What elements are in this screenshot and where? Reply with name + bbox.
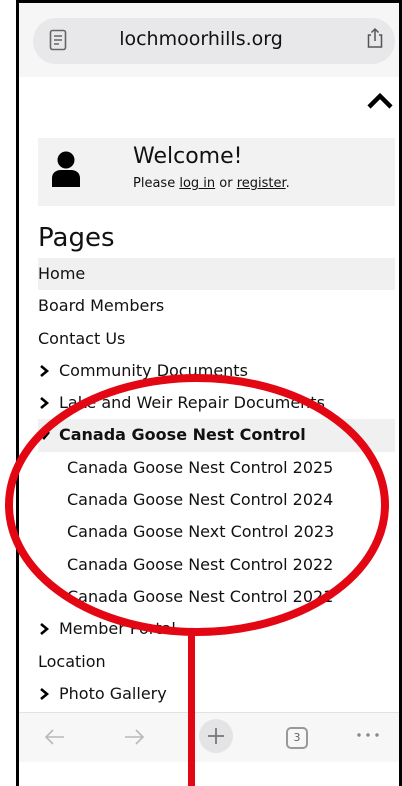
submenu-item[interactable]: Canada Goose Nest Control 2022 xyxy=(38,549,395,581)
menu-item[interactable]: Canada Goose Nest Control xyxy=(38,419,395,452)
menu-item[interactable]: Photo Gallery xyxy=(38,678,395,710)
address-url[interactable]: lochmoorhills.org xyxy=(0,28,402,50)
welcome-message: Please log in or register. xyxy=(133,176,290,191)
menu-item-label: Contact Us xyxy=(38,328,126,348)
menu-item[interactable]: Location xyxy=(38,646,395,678)
register-link[interactable]: register xyxy=(237,176,286,191)
menu-item[interactable]: Community Documents xyxy=(38,355,395,387)
menu-item[interactable]: Board Members xyxy=(38,290,395,322)
menu-item-label: Location xyxy=(38,651,106,671)
new-tab-button[interactable] xyxy=(199,719,233,753)
login-link[interactable]: log in xyxy=(179,176,215,191)
more-options-icon[interactable] xyxy=(356,730,380,740)
menu-item[interactable]: Member Portal xyxy=(38,613,395,645)
menu-item-label: Canada Goose Nest Control 2025 xyxy=(67,457,334,477)
menu-item-label: Photo Gallery xyxy=(59,683,167,703)
menu-item-label: Home xyxy=(38,264,86,283)
pages-heading: Pages xyxy=(38,223,115,253)
menu-item-label: Canada Goose Nest Control xyxy=(59,425,306,445)
submenu-item[interactable]: Canada Goose Next Control 2023 xyxy=(38,516,395,548)
welcome-prefix: Please xyxy=(133,176,180,191)
chevron-right-icon[interactable] xyxy=(38,364,50,377)
chevron-right-icon[interactable] xyxy=(38,687,50,700)
menu-item-label: Board Members xyxy=(38,296,165,316)
chevron-down-icon[interactable] xyxy=(38,429,50,441)
frame-border-left xyxy=(16,0,19,786)
welcome-middle: or xyxy=(215,176,237,191)
forward-arrow-icon[interactable] xyxy=(123,727,145,747)
menu-item-label: Member Portal xyxy=(59,619,176,639)
menu-item-label: Community Documents xyxy=(59,360,248,380)
menu-item[interactable]: Contact Us xyxy=(38,323,395,355)
pages-menu: Home Board Members Contact Us Community Doc… xyxy=(38,258,395,742)
tab-switcher-button[interactable]: 3 xyxy=(286,727,308,749)
share-icon[interactable] xyxy=(366,27,384,49)
collapse-chevron-up-icon[interactable] xyxy=(367,92,393,110)
submenu-item[interactable]: Canada Goose Nest Control 2025 xyxy=(38,452,395,484)
back-arrow-icon[interactable] xyxy=(44,727,66,747)
plus-icon xyxy=(208,728,224,744)
menu-item[interactable]: Home xyxy=(38,258,395,291)
menu-item-label: Canada Goose Nest Control 2022 xyxy=(67,554,334,574)
welcome-suffix: . xyxy=(285,176,290,191)
menu-item-label: Canada Goose Nest Control 2021 xyxy=(67,586,334,606)
menu-item-label: Canada Goose Next Control 2023 xyxy=(67,522,335,542)
menu-item[interactable]: Lake and Weir Repair Documents xyxy=(38,387,395,419)
welcome-title: Welcome! xyxy=(133,144,243,169)
menu-item-label: Canada Goose Nest Control 2024 xyxy=(67,490,334,510)
menu-item-label: Lake and Weir Repair Documents xyxy=(59,393,325,413)
submenu-item[interactable]: Canada Goose Nest Control 2024 xyxy=(38,484,395,516)
submenu-item[interactable]: Canada Goose Nest Control 2021 xyxy=(38,581,395,613)
user-avatar-icon xyxy=(52,151,80,187)
chevron-right-icon[interactable] xyxy=(38,397,50,410)
chevron-right-icon[interactable] xyxy=(38,623,50,636)
